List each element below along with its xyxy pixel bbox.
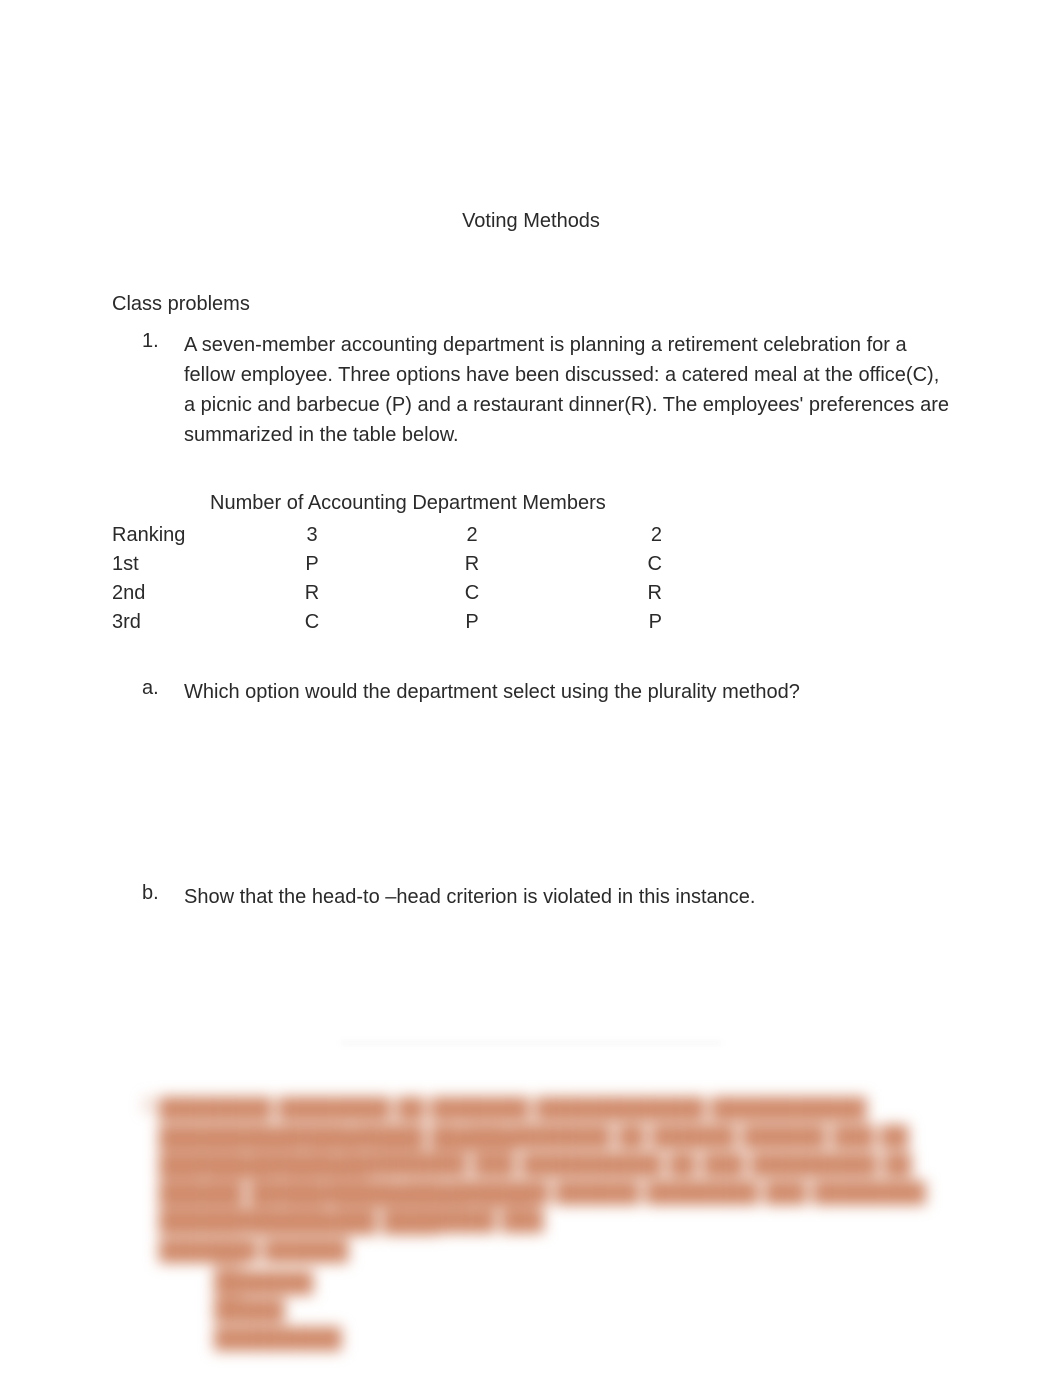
header-col-3: 2 bbox=[562, 521, 662, 550]
cell: P bbox=[562, 608, 662, 637]
subpart-a: a. Which option would the department sel… bbox=[142, 677, 950, 707]
header-col-2: 2 bbox=[382, 521, 562, 550]
cell: R bbox=[562, 579, 662, 608]
problem-1: 1. A seven-member accounting department … bbox=[142, 330, 950, 450]
subpart-letter: b. bbox=[142, 882, 184, 912]
table-header-row: Ranking 3 2 2 bbox=[112, 521, 662, 550]
table-row: 3rd C P P bbox=[112, 608, 662, 637]
subpart-text: Which option would the department select… bbox=[184, 677, 800, 707]
cell: R bbox=[382, 550, 562, 579]
problem-number: 1. bbox=[142, 330, 184, 450]
cell: C bbox=[242, 608, 382, 637]
subpart-b: b. Show that the head-to –head criterion… bbox=[142, 882, 950, 912]
hidden-text-line: ██████ ██████ █████████ ███ ██████████ █… bbox=[159, 1150, 989, 1170]
cell: C bbox=[382, 579, 562, 608]
rank-label: 3rd bbox=[112, 608, 242, 637]
header-ranking: Ranking bbox=[112, 521, 242, 550]
hidden-problem-body: ████████ ████████ ██ ███████ ███████████… bbox=[159, 1094, 989, 1234]
section-class-problems: Class problems bbox=[112, 293, 950, 316]
preference-table: Ranking 3 2 2 1st P R C 2nd R C R 3rd C … bbox=[112, 521, 662, 637]
rank-label: 1st bbox=[112, 550, 242, 579]
content-divider bbox=[341, 1042, 721, 1044]
table-row: 2nd R C R bbox=[112, 579, 662, 608]
hidden-problem-2: 2. ████████ ████████ ██ ███████ ████████… bbox=[142, 1094, 950, 1314]
hidden-sub-b: ██ █████ bbox=[214, 1266, 950, 1286]
subpart-text: Show that the head-to –head criterion is… bbox=[184, 882, 755, 912]
hidden-problem-number: 2. bbox=[142, 1094, 159, 1234]
cell: C bbox=[562, 550, 662, 579]
answer-space-a bbox=[112, 707, 950, 842]
subpart-letter: a. bbox=[142, 677, 184, 707]
document-title: Voting Methods bbox=[112, 210, 950, 233]
table-row: 1st P R C bbox=[112, 550, 662, 579]
hidden-text-line: ████████ ████████ ██ ███████ ███████████… bbox=[159, 1094, 979, 1114]
table-caption: Number of Accounting Department Members bbox=[210, 492, 950, 515]
cell: P bbox=[382, 608, 562, 637]
hidden-text-line: ██████ █████ █████ ███ ███████ ██████ ██… bbox=[159, 1178, 959, 1198]
rank-label: 2nd bbox=[112, 579, 242, 608]
cell: R bbox=[242, 579, 382, 608]
hidden-text-line: ████████████ ███ ████████ ███ ███████ ██… bbox=[159, 1206, 599, 1226]
preference-table-block: Number of Accounting Department Members … bbox=[112, 492, 950, 637]
header-col-1: 3 bbox=[242, 521, 382, 550]
cell: P bbox=[242, 550, 382, 579]
hidden-text-line: ████████ █████ █████ ██ ███ ███████ ██ █… bbox=[159, 1122, 949, 1142]
problem-text: A seven-member accounting department is … bbox=[184, 330, 950, 450]
hidden-sub-c: ██ █████████ bbox=[214, 1294, 950, 1314]
